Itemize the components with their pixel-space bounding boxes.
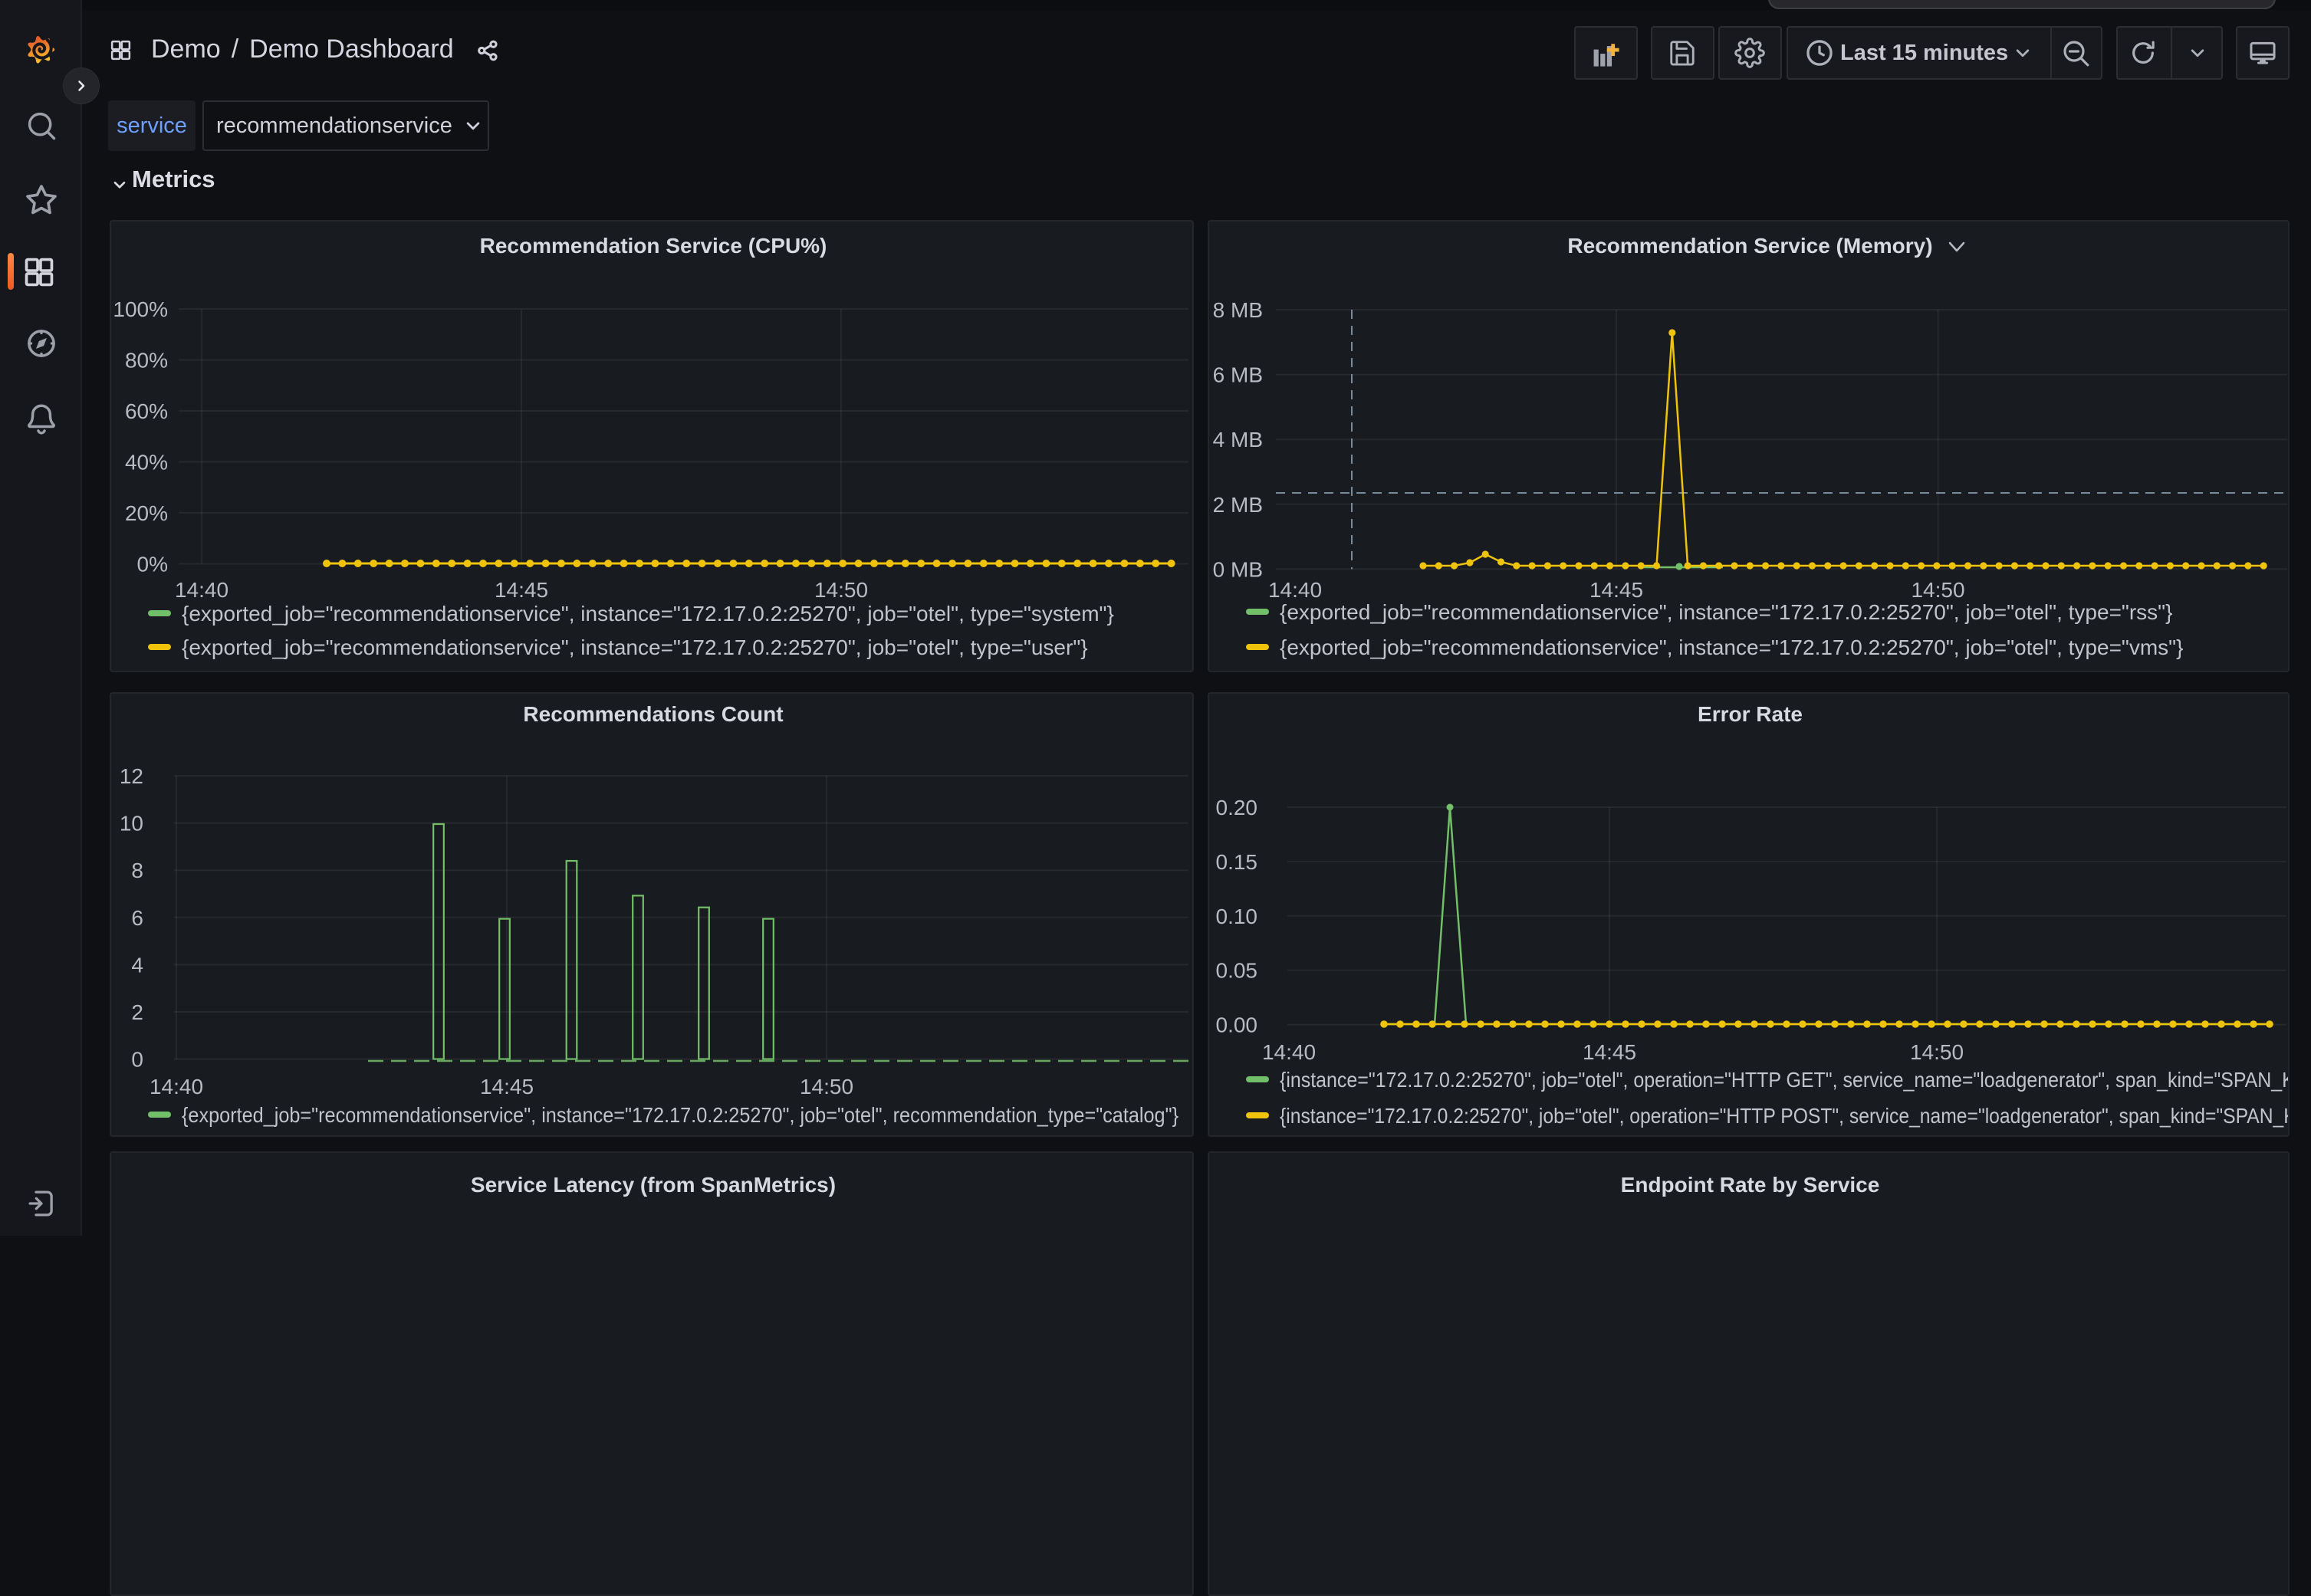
svg-text:Error Rate: Error Rate [1698,702,1803,726]
svg-text:Recommendation Service (Memory: Recommendation Service (Memory) [1567,234,1932,258]
svg-text:14:45: 14:45 [480,1075,534,1098]
svg-text:Recommendation Service (CPU%): Recommendation Service (CPU%) [480,234,827,258]
svg-text:14:40: 14:40 [1262,1040,1316,1064]
svg-text:14:45: 14:45 [1583,1040,1636,1064]
svg-text:4 MB: 4 MB [1213,428,1263,452]
svg-text:{exported_job="recommendations: {exported_job="recommendationservice", i… [1280,635,2183,659]
svg-text:0.00: 0.00 [1216,1013,1258,1037]
svg-text:4: 4 [131,953,143,977]
svg-text:6: 6 [131,906,143,930]
svg-text:0%: 0% [137,553,168,576]
svg-text:{instance="172.17.0.2:25270",: {instance="172.17.0.2:25270", job="otel"… [1280,1104,2288,1128]
svg-text:{exported_job="recommendations: {exported_job="recommendationservice", i… [1280,600,2172,624]
svg-text:0.15: 0.15 [1216,850,1258,874]
svg-text:14:40: 14:40 [175,578,228,602]
svg-text:0.20: 0.20 [1216,796,1258,819]
svg-text:60%: 60% [125,399,168,423]
svg-text:20%: 20% [125,501,168,525]
svg-text:14:50: 14:50 [814,578,868,602]
svg-text:100%: 100% [113,297,168,321]
svg-text:80%: 80% [125,349,168,373]
svg-text:14:40: 14:40 [150,1075,203,1098]
svg-text:14:50: 14:50 [800,1075,853,1098]
svg-text:14:50: 14:50 [1911,578,1964,602]
svg-text:Recommendations Count: Recommendations Count [523,702,783,726]
svg-text:Service Latency (from SpanMetr: Service Latency (from SpanMetrics) [471,1173,836,1197]
svg-text:{instance="172.17.0.2:25270",: {instance="172.17.0.2:25270", job="otel"… [1280,1068,2288,1092]
svg-text:12: 12 [120,764,143,788]
svg-text:14:40: 14:40 [1268,578,1322,602]
svg-text:0.05: 0.05 [1216,959,1258,983]
svg-text:{exported_job="recommendations: {exported_job="recommendationservice", i… [182,602,1114,626]
svg-text:0: 0 [131,1048,143,1072]
svg-text:14:45: 14:45 [1589,578,1643,602]
svg-text:2 MB: 2 MB [1213,493,1263,517]
svg-text:2: 2 [131,1000,143,1024]
svg-text:0 MB: 0 MB [1213,557,1263,581]
svg-text:8 MB: 8 MB [1213,298,1263,322]
svg-text:6 MB: 6 MB [1213,363,1263,387]
svg-text:Endpoint Rate by Service: Endpoint Rate by Service [1621,1173,1880,1197]
svg-text:{exported_job="recommendations: {exported_job="recommendationservice", i… [182,635,1088,659]
svg-text:40%: 40% [125,451,168,475]
svg-text:10: 10 [120,812,143,836]
svg-text:14:45: 14:45 [495,578,548,602]
svg-text:{exported_job="recommendations: {exported_job="recommendationservice", i… [182,1103,1179,1127]
svg-text:0.10: 0.10 [1216,905,1258,928]
svg-text:8: 8 [131,859,143,882]
svg-text:14:50: 14:50 [1910,1040,1964,1064]
